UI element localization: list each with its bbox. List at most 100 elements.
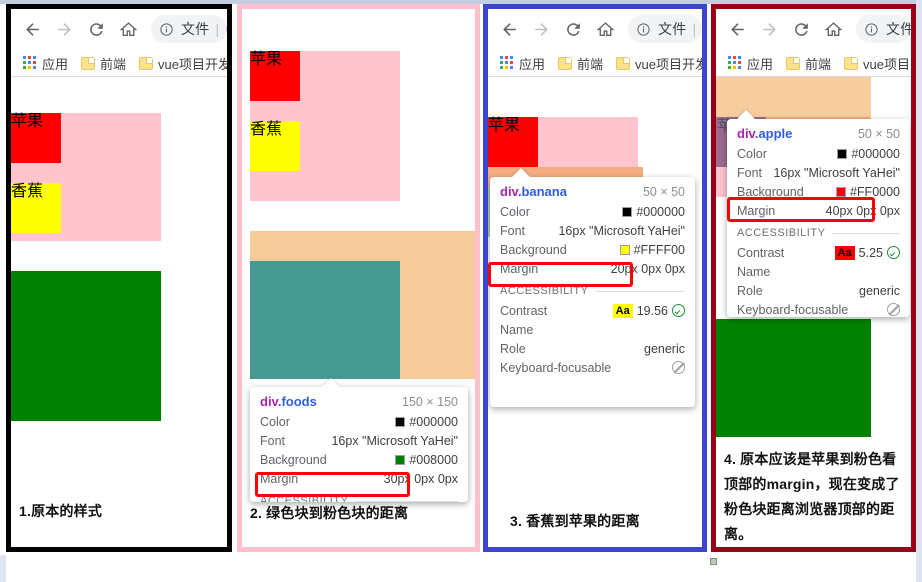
bookmark-folder-vue-label: vue项目开发 <box>635 56 702 72</box>
tooltip-arrow <box>322 378 340 387</box>
tooltip-value-margin: 20px 0px 0px <box>610 261 685 276</box>
screenshot-panel-1: 文件 | F: 应用 <box>6 4 232 552</box>
address-separator: | <box>692 21 697 37</box>
contrast-badge: Aa <box>834 245 855 260</box>
home-button[interactable] <box>818 14 848 44</box>
arrow-left-icon <box>502 22 516 36</box>
tooltip-key-font: Font <box>500 223 526 238</box>
devtools-inspector-tooltip-4: div.apple 50 × 50 Color #000000 Font 16p… <box>727 119 910 317</box>
green-box <box>716 319 871 437</box>
reload-button[interactable] <box>786 14 816 44</box>
bookmark-folder-vue-label: vue项目开发 <box>863 56 911 72</box>
forward-button[interactable] <box>754 14 784 44</box>
reload-button[interactable] <box>81 14 111 44</box>
home-icon <box>119 21 137 36</box>
tooltip-row-contrast: Contrast Aa 19.56 <box>500 301 685 320</box>
reload-button[interactable] <box>558 14 588 44</box>
address-bar[interactable]: 文件 | F: <box>628 15 702 43</box>
tooltip-value-background: #FFFF00 <box>619 243 685 257</box>
reload-icon <box>566 22 580 36</box>
bookmark-apps[interactable]: 应用 <box>496 52 549 75</box>
folder-icon <box>558 56 573 70</box>
panel-3-content: 文件 | F: 应用 <box>488 9 702 547</box>
bookmark-folder-frontend[interactable]: 前端 <box>554 52 607 75</box>
navigation-bar: 文件 | F: <box>488 9 702 49</box>
tooltip-value-contrast: Aa 5.25 <box>834 245 900 260</box>
forward-button[interactable] <box>526 14 556 44</box>
tooltip-class: .foods <box>277 394 317 409</box>
panel-4-caption: 4. 原本应该是苹果到粉色看顶部的margin，现在变成了粉色块距离浏览器顶部的… <box>724 451 900 542</box>
tooltip-arrow <box>737 110 755 119</box>
tooltip-key-background: Background <box>500 242 567 257</box>
arrow-left-icon <box>25 22 39 36</box>
not-allowed-icon <box>672 361 685 374</box>
page-background-left <box>0 555 6 582</box>
bookmarks-bar: 应用 前端 vue项目开发 <box>11 49 227 76</box>
not-allowed-icon <box>887 303 900 316</box>
tooltip-row-focusable: Keyboard-focusable <box>737 300 900 317</box>
panel-1-caption: 1.原本的样式 <box>19 503 103 519</box>
tooltip-row-background: Background #FF0000 <box>737 182 900 201</box>
tooltip-row-font: Font 16px "Microsoft YaHei" <box>737 163 900 182</box>
info-circle-icon[interactable] <box>636 22 651 37</box>
tooltip-value-margin: 40px 0px 0px <box>825 203 900 218</box>
tooltip-key-focusable: Keyboard-focusable <box>737 302 849 317</box>
back-button[interactable] <box>722 14 752 44</box>
tooltip-key-font: Font <box>737 165 763 180</box>
green-box <box>11 271 161 421</box>
page-viewport-2: 苹果 香蕉 <box>242 9 475 379</box>
browser-chrome: 文件 | F: 应用 <box>488 9 702 77</box>
home-button[interactable] <box>113 14 143 44</box>
bookmark-folder-frontend-label: 前端 <box>100 56 127 72</box>
color-swatch <box>622 206 633 217</box>
bookmark-folder-frontend[interactable]: 前端 <box>77 52 130 75</box>
tooltip-row-role: Role generic <box>737 281 900 300</box>
info-circle-icon[interactable] <box>864 22 879 37</box>
address-bar[interactable]: 文件 | F: <box>151 15 227 43</box>
folder-icon <box>786 56 801 70</box>
apps-grid-icon <box>500 56 514 70</box>
address-bar[interactable]: 文件 | <box>856 15 911 43</box>
banana-label: 香蕉 <box>250 121 283 138</box>
panel-2-caption: 2. 绿色块到粉色块的距离 <box>250 505 409 521</box>
back-button[interactable] <box>17 14 47 44</box>
tooltip-key-background: Background <box>737 184 804 199</box>
forward-button[interactable] <box>49 14 79 44</box>
tooltip-row-margin: Margin 40px 0px 0px <box>737 201 900 220</box>
bookmark-folder-frontend-label: 前端 <box>577 56 604 72</box>
address-scheme: 文件 <box>658 21 687 37</box>
arrow-right-icon <box>534 22 548 36</box>
color-swatch <box>837 148 848 159</box>
apple-box: 苹果 <box>488 117 538 167</box>
bookmark-folder-vue[interactable]: vue项目开发 <box>612 52 702 75</box>
bookmark-folder-vue[interactable]: vue项目开发 <box>840 52 911 75</box>
tooltip-header: div.apple 50 × 50 <box>737 126 900 141</box>
tooltip-value-focusable <box>887 303 900 316</box>
banana-label: 香蕉 <box>11 183 44 200</box>
tooltip-key-focusable: Keyboard-focusable <box>500 360 612 375</box>
tooltip-value-font: 16px "Microsoft YaHei" <box>331 433 458 448</box>
panel-3-caption: 3. 香蕉到苹果的距离 <box>510 513 640 529</box>
bookmark-folder-frontend[interactable]: 前端 <box>782 52 835 75</box>
apps-grid-icon <box>23 56 37 70</box>
contrast-ratio: 5.25 <box>858 245 883 260</box>
bookmark-apps[interactable]: 应用 <box>19 52 72 75</box>
address-scheme: 文件 <box>181 21 210 37</box>
address-bar-text: 文件 | <box>886 19 911 39</box>
panel-4-content: 文件 | 应用 <box>716 9 911 547</box>
back-button[interactable] <box>494 14 524 44</box>
home-button[interactable] <box>590 14 620 44</box>
page-background-right <box>916 0 922 582</box>
bookmark-folder-vue[interactable]: vue项目开发 <box>135 52 227 75</box>
screenshot-stage: 文件 | F: 应用 <box>0 0 922 582</box>
tooltip-key-color: Color <box>260 414 290 429</box>
address-scheme: 文件 <box>886 21 911 37</box>
bookmark-apps[interactable]: 应用 <box>724 52 777 75</box>
apple-label: 苹果 <box>250 51 283 68</box>
color-swatch <box>395 454 406 465</box>
info-circle-icon[interactable] <box>159 22 174 37</box>
bookmark-apps-label: 应用 <box>42 56 69 72</box>
tooltip-accessibility-section: ACCESSIBILITY <box>737 227 900 239</box>
home-icon <box>596 21 614 36</box>
tooltip-row-role: Role generic <box>500 339 685 358</box>
